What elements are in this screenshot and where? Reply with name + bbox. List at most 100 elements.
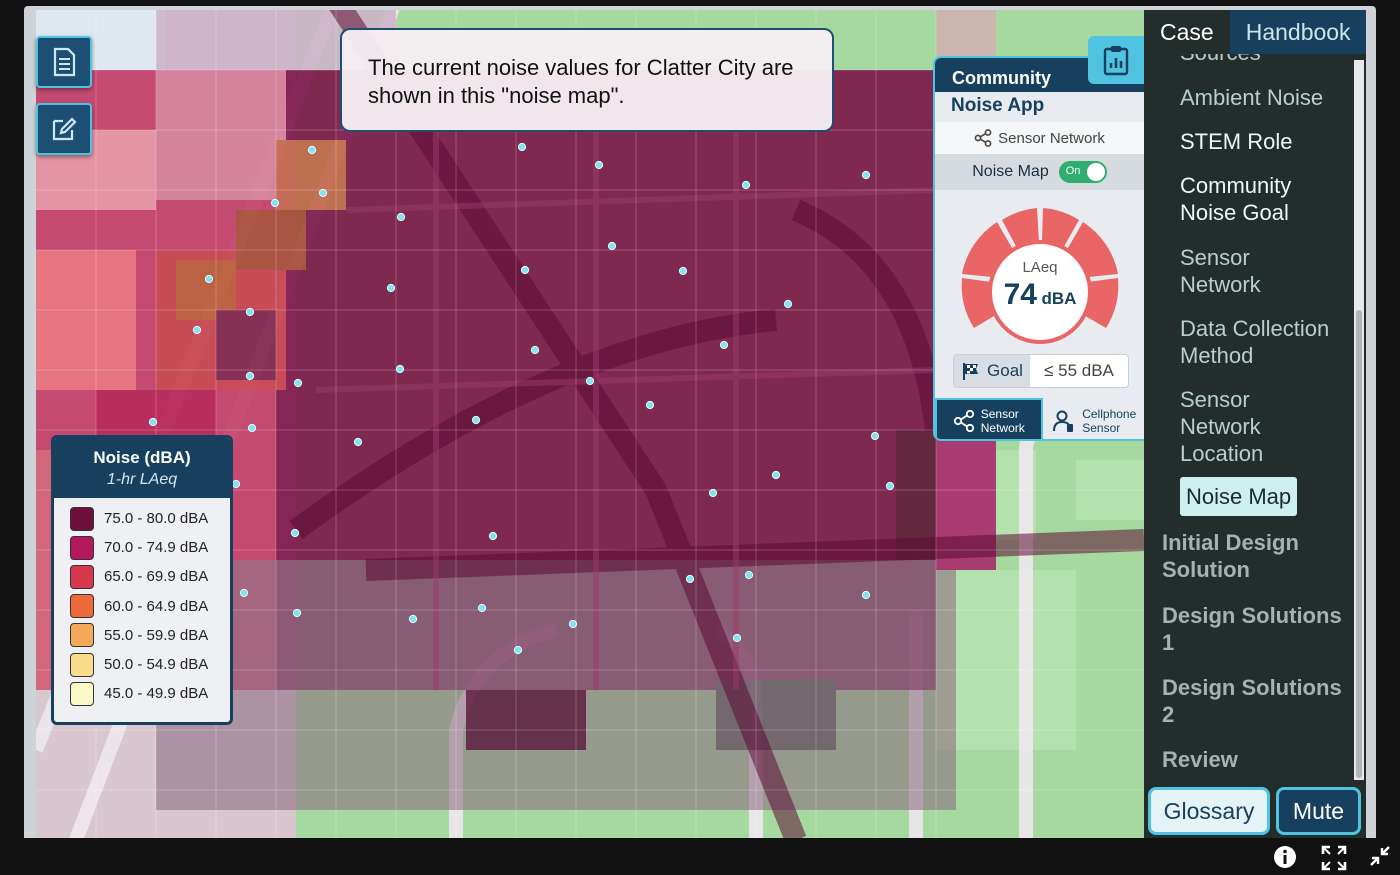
sensor-dot <box>645 400 655 410</box>
sensor-dot <box>517 142 527 152</box>
legend-row: 45.0 - 49.9 dBA <box>70 679 230 708</box>
fullscreen-icon[interactable] <box>1320 844 1348 872</box>
gauge-label: LAeq <box>1022 259 1057 276</box>
sensor-dot <box>290 528 300 538</box>
clipboard-chart-button[interactable] <box>1088 36 1144 84</box>
gauge-value: 74 <box>1004 278 1038 311</box>
legend-row: 75.0 - 80.0 dBA <box>70 504 230 533</box>
section-design-solutions-1[interactable]: Design Solutions 1 <box>1162 602 1352 656</box>
sensor-dot <box>530 345 540 355</box>
sensor-dot <box>744 570 754 580</box>
tab-sensor-line1: Sensor <box>980 406 1019 421</box>
noise-map-toggle[interactable]: On <box>1058 161 1107 183</box>
sensor-dot <box>292 608 302 618</box>
sensor-dot <box>204 274 214 284</box>
sidebar-item-sensor-network-location[interactable]: Sensor Network Location <box>1180 386 1290 467</box>
noise-map-row: Noise Map On <box>935 154 1144 190</box>
edit-button[interactable] <box>36 103 92 155</box>
sensor-dot <box>318 188 328 198</box>
section-review[interactable]: Review <box>1162 746 1238 773</box>
legend-swatch <box>70 564 94 589</box>
legend-swatch <box>70 681 94 706</box>
legend-subtitle: 1-hr LAeq <box>106 471 178 488</box>
legend-title: Noise (dBA) <box>93 448 191 467</box>
gauge-unit: dBA <box>1041 289 1076 308</box>
legend-label: 55.0 - 59.9 dBA <box>104 626 209 644</box>
pencil-icon <box>52 117 77 141</box>
laeq-gauge: LAeq 74 dBA <box>961 208 1119 344</box>
legend-label: 70.0 - 74.9 dBA <box>104 539 209 557</box>
notes-button[interactable] <box>36 36 92 88</box>
tab-case[interactable]: Case <box>1144 10 1230 54</box>
share-network-icon <box>953 409 974 432</box>
caption-box: The current noise values for Clatter Cit… <box>340 28 834 132</box>
sidebar-item-sensor-network[interactable]: Sensor Network <box>1180 244 1290 298</box>
sensor-dot <box>885 481 895 491</box>
toggle-state: On <box>1065 165 1081 177</box>
goal-value: ≤ 55 dBA <box>1044 361 1114 380</box>
sensor-dot <box>585 376 595 386</box>
tab-sensor-line2: Network <box>980 420 1025 435</box>
sensor-dot <box>513 645 523 655</box>
person-sensor-icon <box>1053 410 1074 432</box>
sensor-dot <box>861 170 871 180</box>
tab-sensor-network[interactable]: Sensor Network <box>935 398 1043 439</box>
sensor-dot <box>293 378 303 388</box>
section-initial-design-solution[interactable]: Initial Design Solution <box>1162 529 1352 583</box>
section-design-solutions-2[interactable]: Design Solutions 2 <box>1162 674 1352 728</box>
sensor-dot <box>239 588 249 598</box>
legend-swatch <box>70 623 94 648</box>
sensor-dot <box>245 307 255 317</box>
glossary-button[interactable]: Glossary <box>1148 787 1270 835</box>
sensor-dot <box>732 633 742 643</box>
legend-row: 55.0 - 59.9 dBA <box>70 621 230 650</box>
legend-row: 65.0 - 69.9 dBA <box>70 562 230 591</box>
legend-swatch <box>70 535 94 560</box>
sensor-dot <box>270 198 280 208</box>
sensor-dot <box>395 364 405 374</box>
collapse-icon[interactable] <box>1368 844 1392 868</box>
legend-label: 45.0 - 49.9 dBA <box>104 685 209 703</box>
document-icon <box>53 47 76 77</box>
legend-swatch <box>70 652 94 677</box>
sensor-dot <box>353 437 363 447</box>
sensor-dot <box>396 212 406 222</box>
sidebar-item-ambient-noise[interactable]: Ambient Noise <box>1180 84 1323 111</box>
sensor-dot <box>870 431 880 441</box>
sidebar-scroll-thumb[interactable] <box>1356 310 1362 778</box>
sensor-dot <box>408 614 418 624</box>
checkered-flag-icon <box>963 363 979 380</box>
legend-swatch <box>70 594 94 619</box>
sensor-dot <box>471 415 481 425</box>
sidebar-item-community-noise-goal[interactable]: Community Noise Goal <box>1180 172 1320 226</box>
sidebar-item-noise-map[interactable]: Noise Map <box>1180 477 1298 516</box>
community-noise-app: Community Noise App Sensor Network Noise… <box>933 56 1144 441</box>
sensor-dot <box>741 180 751 190</box>
sensor-dot <box>192 325 202 335</box>
sensor-dot <box>607 241 617 251</box>
sensor-dot <box>685 574 695 584</box>
tab-cellphone-sensor[interactable]: Cellphone Sensor <box>1043 398 1145 439</box>
sensor-dot <box>861 590 871 600</box>
sensor-network-label: Sensor Network <box>998 129 1105 147</box>
sensor-dot <box>520 265 530 275</box>
sensor-dot <box>488 531 498 541</box>
sidebar-item-data-collection-method[interactable]: Data Collection Method <box>1180 315 1350 369</box>
tab-cell-line1: Cellphone <box>1082 406 1137 421</box>
sensor-dot <box>568 619 578 629</box>
info-icon[interactable] <box>1272 844 1298 870</box>
legend-label: 50.0 - 54.9 dBA <box>104 656 209 674</box>
noise-map-label: Noise Map <box>972 163 1049 180</box>
mute-button[interactable]: Mute <box>1276 787 1361 835</box>
sensor-dot <box>148 417 158 427</box>
sensor-network-row: Sensor Network <box>935 122 1144 154</box>
tab-handbook[interactable]: Handbook <box>1229 10 1366 54</box>
sensor-dot <box>719 340 729 350</box>
sidebar-item-stem-role[interactable]: STEM Role <box>1180 128 1292 155</box>
share-network-icon <box>974 129 992 147</box>
case-sidebar: Case Handbook Sources Ambient Noise STEM… <box>1144 10 1366 840</box>
legend-row: 50.0 - 54.9 dBA <box>70 650 230 679</box>
legend-label: 60.0 - 64.9 dBA <box>104 597 209 615</box>
sensor-dot <box>386 283 396 293</box>
sensor-dot <box>594 160 604 170</box>
